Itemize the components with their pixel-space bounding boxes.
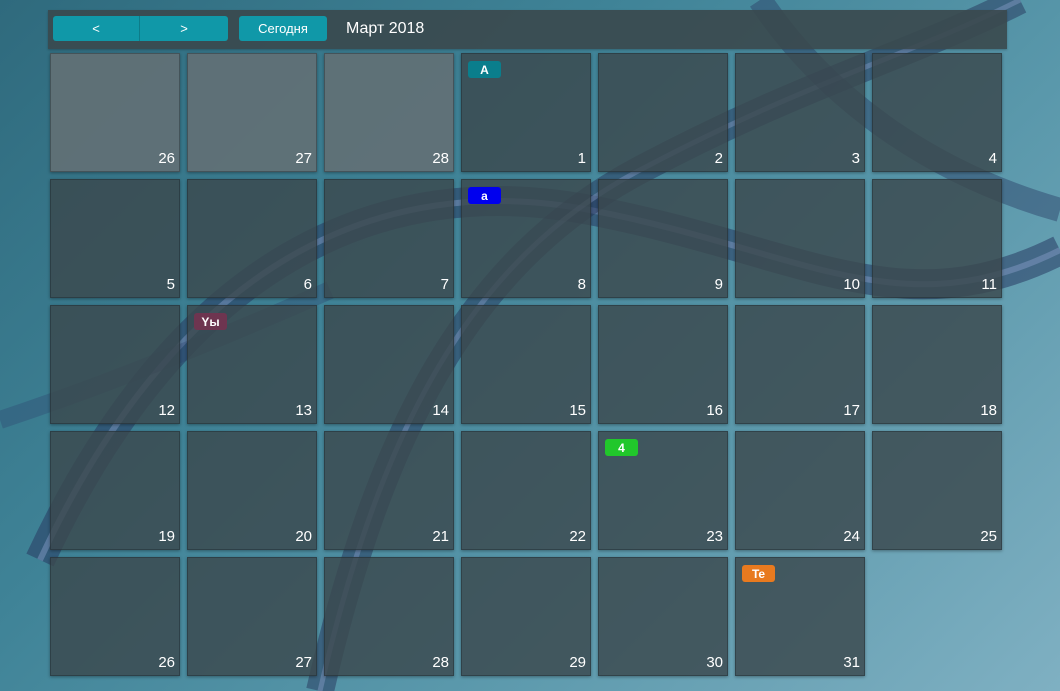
day-cell[interactable]: 26 [50,53,180,172]
day-cell[interactable]: 26 [50,557,180,676]
day-cell[interactable]: 4 [872,53,1002,172]
day-number: 19 [158,528,175,545]
event-badge[interactable]: Te [742,565,775,582]
day-number: 21 [432,528,449,545]
day-cell[interactable]: 25 [872,431,1002,550]
day-number: 15 [569,402,586,419]
day-cell[interactable]: 28 [324,557,454,676]
event-badge[interactable]: a [468,187,501,204]
day-number: 13 [295,402,312,419]
day-cell[interactable]: 21 [324,431,454,550]
day-cell[interactable]: 24 [735,431,865,550]
prev-month-button[interactable]: < [53,16,140,41]
calendar-toolbar: < > Сегодня Март 2018 [48,10,1007,49]
event-badge[interactable]: 4 [605,439,638,456]
day-number: 8 [577,276,586,293]
day-cell[interactable]: 17 [735,305,865,424]
day-number: 1 [577,150,586,167]
day-cell[interactable]: a8 [461,179,591,298]
day-cell[interactable]: 30 [598,557,728,676]
day-number: 10 [843,276,860,293]
day-number: 5 [166,276,175,293]
day-number: 6 [303,276,312,293]
day-cell[interactable]: 15 [461,305,591,424]
day-cell[interactable]: 9 [598,179,728,298]
day-number: 26 [158,150,175,167]
day-number: 14 [432,402,449,419]
day-number: 20 [295,528,312,545]
day-cell[interactable]: 19 [50,431,180,550]
day-number: 22 [569,528,586,545]
day-cell[interactable]: Yы 13 [187,305,317,424]
day-cell[interactable]: 2 [598,53,728,172]
event-badge[interactable]: A [468,61,501,78]
day-number: 2 [714,150,723,167]
day-number: 29 [569,654,586,671]
day-cell[interactable]: A1 [461,53,591,172]
day-cell[interactable]: 12 [50,305,180,424]
month-title: Март 2018 [346,20,425,37]
day-number: 26 [158,654,175,671]
day-cell[interactable]: 20 [187,431,317,550]
day-cell[interactable]: 10 [735,179,865,298]
day-number: 3 [851,150,860,167]
day-cell[interactable]: 22 [461,431,591,550]
day-number: 28 [432,654,449,671]
day-number: 4 [988,150,997,167]
day-number: 7 [440,276,449,293]
day-number: 30 [706,654,723,671]
day-number: 17 [843,402,860,419]
day-number: 18 [980,402,997,419]
day-cell[interactable]: 29 [461,557,591,676]
day-cell[interactable]: 27 [187,53,317,172]
day-number: 16 [706,402,723,419]
day-cell[interactable]: 14 [324,305,454,424]
day-number: 27 [295,654,312,671]
next-month-button[interactable]: > [140,16,228,41]
day-number: 28 [432,150,449,167]
day-cell[interactable]: 3 [735,53,865,172]
day-number: 31 [843,654,860,671]
day-number: 25 [980,528,997,545]
day-number: 11 [981,276,997,293]
day-cell[interactable]: 11 [872,179,1002,298]
day-cell[interactable]: Te 31 [735,557,865,676]
day-number: 23 [706,528,723,545]
day-number: 9 [714,276,723,293]
day-cell[interactable]: 7 [324,179,454,298]
day-cell[interactable]: 16 [598,305,728,424]
day-cell[interactable]: 5 [50,179,180,298]
day-cell[interactable]: 27 [187,557,317,676]
nav-button-group: < > [53,16,228,41]
day-number: 12 [158,402,175,419]
day-number: 27 [295,150,312,167]
day-cell[interactable]: 28 [324,53,454,172]
day-cell[interactable]: 6 [187,179,317,298]
event-badge[interactable]: Yы [194,313,227,330]
day-number: 24 [843,528,860,545]
day-cell[interactable]: 18 [872,305,1002,424]
day-cell[interactable]: 4 23 [598,431,728,550]
today-button[interactable]: Сегодня [239,16,327,41]
